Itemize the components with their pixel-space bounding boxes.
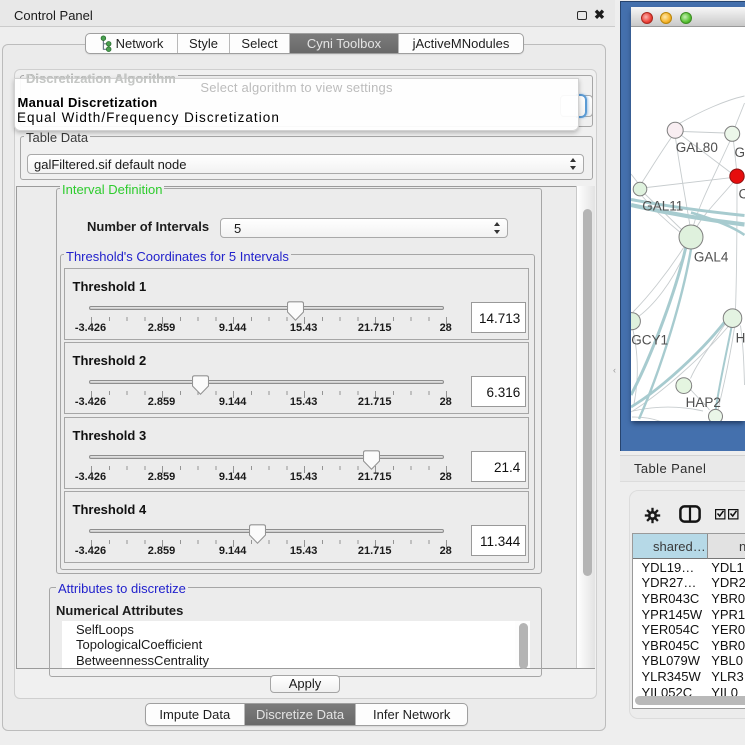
- svg-text:GAL11: GAL11: [642, 199, 683, 214]
- svg-text:HAP2: HAP2: [686, 395, 721, 410]
- svg-text:H: H: [736, 331, 745, 346]
- svg-text:GCY1: GCY1: [631, 332, 668, 347]
- svg-text:C: C: [739, 187, 745, 202]
- svg-text:GAL80: GAL80: [676, 140, 718, 155]
- svg-text:GA: GA: [735, 145, 745, 160]
- svg-text:GAL4: GAL4: [694, 250, 729, 265]
